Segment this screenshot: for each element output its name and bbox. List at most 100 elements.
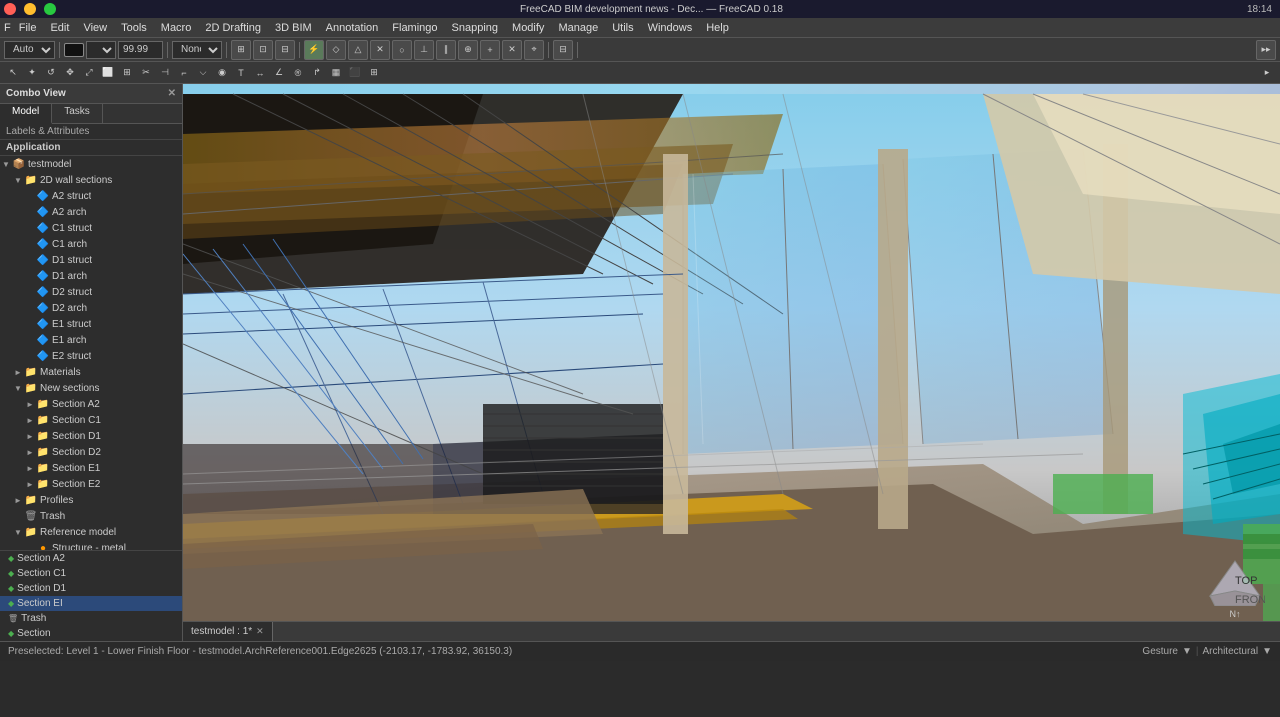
snap-perp[interactable]: ⊥: [414, 40, 434, 60]
view-dropdown-icon[interactable]: ▼: [1262, 646, 1272, 657]
tree-toggle-profiles[interactable]: ►: [12, 494, 24, 506]
tree-toggle-testmodel[interactable]: ▼: [0, 158, 12, 170]
rad-btn[interactable]: ®: [289, 64, 307, 82]
del-snap[interactable]: ✕: [502, 40, 522, 60]
rotate-btn[interactable]: ↺: [42, 64, 60, 82]
tree-item-section-c1[interactable]: ►📁Section C1: [0, 412, 182, 428]
menu-item-annotation[interactable]: Annotation: [320, 20, 385, 36]
tree-toggle-trash[interactable]: [12, 510, 24, 522]
menu-item-help[interactable]: Help: [700, 20, 735, 36]
add-snap[interactable]: +: [480, 40, 500, 60]
tree-toggle-e2-struct[interactable]: [24, 350, 36, 362]
dim-btn[interactable]: ↔: [251, 64, 269, 82]
workspace-select[interactable]: Auto: [4, 41, 55, 59]
bottom-section-ei[interactable]: ◆ Section EI: [0, 596, 182, 611]
tree-toggle-e1-struct[interactable]: [24, 318, 36, 330]
tree-toggle-d1-struct[interactable]: [24, 254, 36, 266]
tree-item-e2-struct[interactable]: 🔷E2 struct: [0, 348, 182, 364]
snap-ext[interactable]: ⊕: [458, 40, 478, 60]
tree-toggle-d2-struct[interactable]: [24, 286, 36, 298]
text-btn[interactable]: T: [232, 64, 250, 82]
tree-toggle-materials[interactable]: ►: [12, 366, 24, 378]
snap-par[interactable]: ∥: [436, 40, 456, 60]
bottom-section-footer[interactable]: ◆ Section: [0, 626, 182, 641]
maximize-button[interactable]: [44, 3, 56, 15]
tree-toggle-a2-struct[interactable]: [24, 190, 36, 202]
menu-item-windows[interactable]: Windows: [642, 20, 699, 36]
tree-item-section-e1[interactable]: ►📁Section E1: [0, 460, 182, 476]
tree-item-a2-arch[interactable]: 🔷A2 arch: [0, 204, 182, 220]
tree-item-e1-arch[interactable]: 🔷E1 arch: [0, 332, 182, 348]
tree-item-section-d1[interactable]: ►📁Section D1: [0, 428, 182, 444]
arr-btn[interactable]: ⊞: [118, 64, 136, 82]
move-btn[interactable]: ✥: [61, 64, 79, 82]
hatch-btn[interactable]: ▦: [327, 64, 345, 82]
tree-toggle-section-d2[interactable]: ►: [24, 446, 36, 458]
tree-item-section-d2[interactable]: ►📁Section D2: [0, 444, 182, 460]
bottom-trash[interactable]: 🗑 Trash: [0, 611, 182, 626]
viewport[interactable]: testmodel : 1* ✕ TOP FRONT N↑: [183, 84, 1280, 641]
tree-item-d2-arch[interactable]: 🔷D2 arch: [0, 300, 182, 316]
menu-item-view[interactable]: View: [77, 20, 113, 36]
tree-item-new-sections[interactable]: ▼📁New sections: [0, 380, 182, 396]
snap-select[interactable]: None: [172, 41, 222, 59]
bottom-section-a2[interactable]: ◆ Section A2: [0, 551, 182, 566]
snap-on[interactable]: ⚡: [304, 40, 324, 60]
menu-item-2d drafting[interactable]: 2D Drafting: [199, 20, 267, 36]
tree-item-d2-struct[interactable]: 🔷D2 struct: [0, 284, 182, 300]
tree-toggle-section-e2[interactable]: ►: [24, 478, 36, 490]
tree-item-c1-arch[interactable]: 🔷C1 arch: [0, 236, 182, 252]
tree-toggle-new-sections[interactable]: ▼: [12, 382, 24, 394]
tree-item-e1-struct[interactable]: 🔷E1 struct: [0, 316, 182, 332]
trim-btn[interactable]: ✂: [137, 64, 155, 82]
scale-btn[interactable]: ⤢: [80, 64, 98, 82]
tree-toggle-2d-wall-sections[interactable]: ▼: [12, 174, 24, 186]
tree-item-section-e2[interactable]: ►📁Section E2: [0, 476, 182, 492]
viewport-tab-testmodel[interactable]: testmodel : 1* ✕: [183, 622, 273, 642]
menu-item-utils[interactable]: Utils: [606, 20, 639, 36]
menu-item-edit[interactable]: Edit: [44, 20, 75, 36]
linewidth-select[interactable]: 1o: [86, 41, 116, 59]
tree-toggle-e1-arch[interactable]: [24, 334, 36, 346]
tree-item-profiles[interactable]: ►📁Profiles: [0, 492, 182, 508]
tree-item-trash[interactable]: 🗑Trash: [0, 508, 182, 524]
tree-toggle-section-a2[interactable]: ►: [24, 398, 36, 410]
menu-item-tools[interactable]: Tools: [115, 20, 153, 36]
snap-near[interactable]: ○: [392, 40, 412, 60]
tree-toggle-c1-struct[interactable]: [24, 222, 36, 234]
point-btn[interactable]: ✦: [23, 64, 41, 82]
nav-dropdown-icon[interactable]: ▼: [1182, 646, 1192, 657]
tree-container[interactable]: ▼📦testmodel▼📁2D wall sections🔷A2 struct🔷…: [0, 156, 182, 550]
menu-item-manage[interactable]: Manage: [552, 20, 604, 36]
ext-btn[interactable]: ⊣: [156, 64, 174, 82]
leader-btn[interactable]: ↱: [308, 64, 326, 82]
toggle-btn[interactable]: ⊟: [553, 40, 573, 60]
tree-item-d1-arch[interactable]: 🔷D1 arch: [0, 268, 182, 284]
tree-toggle-structure-metal[interactable]: [24, 542, 36, 550]
snap-lock[interactable]: ⌖: [524, 40, 544, 60]
menu-item-modify[interactable]: Modify: [506, 20, 550, 36]
snap-mid[interactable]: △: [348, 40, 368, 60]
menu-item-3d bim[interactable]: 3D BIM: [269, 20, 318, 36]
tree-item-structure-metal[interactable]: ●Structure - metal: [0, 540, 182, 550]
menu-item-macro[interactable]: Macro: [155, 20, 198, 36]
tab-close-icon[interactable]: ✕: [256, 626, 264, 637]
shape-btn[interactable]: ◉: [213, 64, 231, 82]
close-panel-icon[interactable]: ✕: [168, 88, 176, 99]
tree-item-materials[interactable]: ►📁Materials: [0, 364, 182, 380]
angle-btn[interactable]: ∠: [270, 64, 288, 82]
navigation-cube[interactable]: TOP FRONT N↑: [1205, 556, 1265, 606]
persp-btn[interactable]: ⊟: [275, 40, 295, 60]
minimize-button[interactable]: [24, 3, 36, 15]
snap-end[interactable]: ◇: [326, 40, 346, 60]
tree-toggle-section-e1[interactable]: ►: [24, 462, 36, 474]
tree-toggle-d2-arch[interactable]: [24, 302, 36, 314]
bottom-section-d1[interactable]: ◆ Section D1: [0, 581, 182, 596]
more2-btn[interactable]: ▸: [1258, 64, 1276, 82]
grid-btn[interactable]: ⊞: [231, 40, 251, 60]
3d-scene[interactable]: testmodel : 1* ✕ TOP FRONT N↑: [183, 84, 1280, 641]
tree-toggle-section-d1[interactable]: ►: [24, 430, 36, 442]
menu-item-flamingo[interactable]: Flamingo: [386, 20, 443, 36]
block-btn[interactable]: ⬛: [346, 64, 364, 82]
menu-item-file[interactable]: File: [13, 20, 43, 36]
